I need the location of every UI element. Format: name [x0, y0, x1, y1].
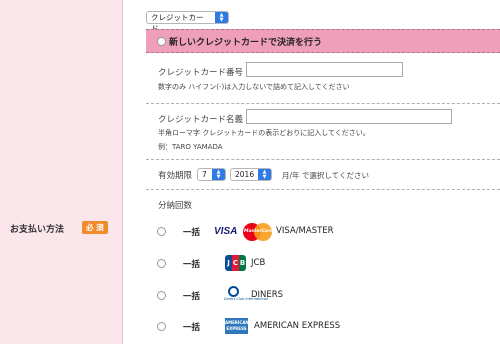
brand-name: DINERS	[251, 290, 284, 300]
divider	[146, 189, 500, 190]
expiry-label: 有効期限	[158, 171, 193, 181]
card-name-hint: 半角ローマ字 クレジットカードの表示どおりに記入してください。	[158, 129, 370, 137]
expiry-month-select[interactable]: 7 ▲ ▼	[197, 168, 226, 181]
mastercard-logo-text: MasterCard	[244, 229, 274, 234]
brand-name: VISA/MASTER	[276, 226, 334, 236]
select-arrows-icon: ▲ ▼	[212, 169, 225, 180]
required-badge: 必 須	[82, 221, 108, 234]
amex-icon: AMERICAN EXPRESS	[225, 318, 249, 334]
brand-name: AMERICAN EXPRESS	[254, 321, 341, 331]
visa-master-radio[interactable]	[157, 227, 166, 236]
jcb-icon: JCB	[225, 255, 246, 271]
select-arrows-icon: ▲ ▼	[215, 12, 228, 23]
new-card-radio[interactable]	[157, 37, 166, 46]
visa-icon: VISA	[214, 226, 238, 237]
card-number-hint: 数字のみ ハイフン(-)は入力しないで詰めて記入してください	[158, 83, 350, 91]
amex-radio[interactable]	[157, 322, 166, 331]
expiry-hint: 月/年 で選択してください	[282, 171, 369, 180]
brand-name: JCB	[251, 258, 266, 268]
diners-radio[interactable]	[157, 291, 166, 300]
label-column	[0, 0, 123, 344]
card-name-input[interactable]	[246, 109, 452, 124]
jcb-radio[interactable]	[157, 259, 166, 268]
card-type-select[interactable]: クレジットカード ▲▼	[146, 11, 229, 33]
payment-method-label: お支払い方法	[10, 225, 65, 235]
card-name-label: クレジットカード名義	[158, 115, 244, 125]
payment-option-label: 一括	[183, 228, 201, 238]
expiry-year-select[interactable]: 2016 ▲ ▼	[230, 168, 272, 181]
installments-label: 分納回数	[158, 201, 193, 211]
divider	[146, 103, 500, 104]
card-name-example: 例：TARO YAMADA	[158, 143, 223, 151]
select-arrows-icon: ▲ ▼	[258, 169, 271, 180]
diners-club-icon: Diners Club International	[224, 286, 268, 304]
expiry-month-value: 7	[202, 170, 207, 179]
mastercard-icon: MasterCard	[243, 223, 274, 241]
card-number-label: クレジットカード番号	[158, 68, 244, 78]
new-card-option-label: 新しいクレジットカードで決済を行う	[169, 38, 323, 48]
card-number-input[interactable]	[246, 62, 403, 77]
payment-option-label: 一括	[183, 292, 201, 302]
payment-option-label: 一括	[183, 323, 201, 333]
expiry-year-value: 2016	[235, 170, 255, 179]
payment-option-label: 一括	[183, 260, 201, 270]
divider	[146, 159, 500, 160]
